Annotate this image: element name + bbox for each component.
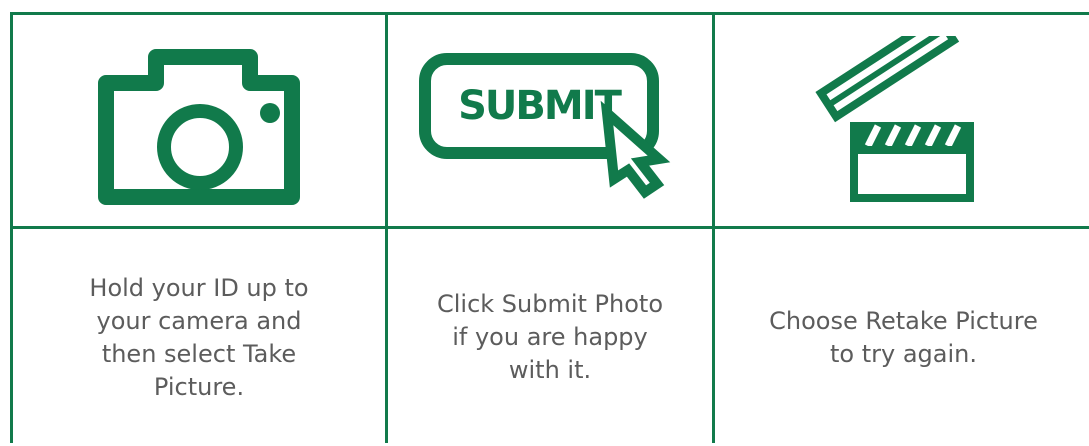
submit-icon-label: SUBMIT — [458, 83, 622, 129]
instructions-grid: SUBMIT Hold your ID up to your camera an… — [10, 12, 1089, 443]
step-2-text-cell: Click Submit Photo if you are happy with… — [388, 229, 712, 446]
step-3-icon-cell — [715, 15, 1089, 226]
camera-icon — [98, 48, 300, 205]
step-3-instruction: Choose Retake Picture to try again. — [769, 306, 1038, 368]
step-2-icon-cell: SUBMIT — [388, 15, 712, 226]
step-1-icon-cell — [13, 15, 385, 226]
clapperboard-icon — [814, 35, 974, 202]
step-1-instruction: Hold your ID up to your camera and then … — [89, 273, 309, 401]
submit-button-icon: SUBMIT — [419, 52, 671, 199]
step-2-instruction: Click Submit Photo if you are happy with… — [436, 290, 664, 384]
step-3-text-cell: Choose Retake Picture to try again. — [715, 229, 1089, 446]
step-1-text-cell: Hold your ID up to your camera and then … — [13, 229, 385, 446]
